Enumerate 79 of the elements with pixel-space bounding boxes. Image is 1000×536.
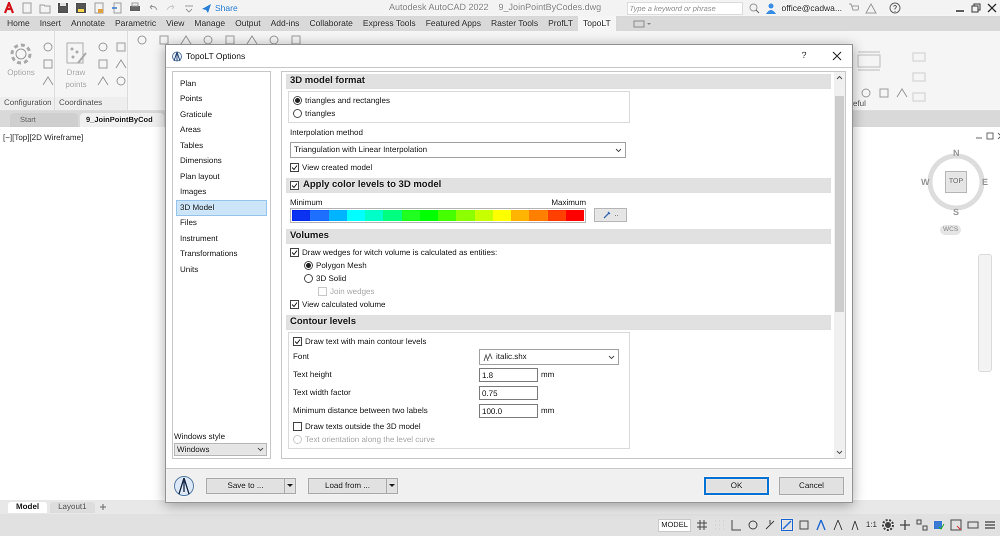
option-label: 3D Solid [316,272,346,284]
category-item[interactable]: Instrument [176,231,267,246]
field-label: Text height [293,369,333,381]
text-field[interactable]: 100.0 [479,404,538,418]
scale-label: Minimum [290,197,322,208]
category-item[interactable]: Units [176,262,267,278]
ribbon-tab[interactable]: Add-ins [266,16,304,31]
dialog-button[interactable]: OK [704,476,769,494]
category-item[interactable]: Points [176,92,267,107]
dialog-title: TopoLT Options [186,50,246,62]
option-label: View created model [302,162,372,174]
option-label: Join wedges [330,286,374,298]
field-label: Windows style [174,431,226,443]
panel-title: eful [853,98,866,110]
panel-title: Coordinates [55,97,127,110]
layout-tab[interactable]: Model [8,502,48,512]
option-label: triangles and rectangles [305,94,390,106]
option-label: View calculated volume [302,298,386,310]
split-button[interactable]: Save to ... [206,478,296,494]
ribbon-tab[interactable]: Express Tools [358,16,421,31]
share-link[interactable]: Share [215,2,238,14]
ribbon-tab[interactable]: ProfLT [543,16,578,31]
app-title: Autodesk AutoCAD 2022 [388,1,489,14]
style-dropdown[interactable]: Windows [174,443,267,456]
dropdown[interactable]: Triangulation with Linear Interpolation [290,142,626,158]
category-item[interactable]: Areas [176,122,267,138]
category-item[interactable]: Images [176,184,267,200]
ribbon-tab[interactable]: Raster Tools [486,16,544,31]
ribbon-tab[interactable]: View [161,16,190,31]
account-name[interactable]: office@cadwa... [782,2,842,14]
annotation-scale[interactable]: 1:1 [866,519,877,531]
field-label: Interpolation method [290,127,363,139]
compass-label: E [982,176,988,189]
section-header: Volumes [290,229,329,244]
option-label: Draw wedges for witch volume is calculated as entities: [302,246,498,258]
panel-title: Configuration [0,97,54,110]
compass-label: W [921,176,930,189]
unit-label: mm [541,369,554,381]
ribbon-tab[interactable]: Collaborate [304,16,358,31]
ribbon-tab[interactable]: Manage [189,16,230,31]
ribbon-tab[interactable]: Featured Apps [420,16,486,31]
category-item[interactable]: Graticule [176,107,267,122]
compass-label: S [953,206,960,219]
section-header: Apply color levels to 3D model [303,178,442,192]
category-item[interactable]: Tables [176,138,267,154]
split-button[interactable]: Load from ... [308,478,398,494]
field-label: Minimum distance between two labels [293,405,429,417]
category-item[interactable]: Transformations [176,246,267,262]
ribbon-tab[interactable]: Insert [34,16,66,31]
layout-tab[interactable]: Layout1 [50,502,95,512]
text-field[interactable]: 1.8 [479,368,538,382]
section-header: Contour levels [290,315,356,330]
field-label: Font [293,351,310,363]
option-label: Draw text with main contour levels [305,336,426,348]
file-name: 9_JoinPointByCodes.dwg [498,1,602,14]
text-field[interactable]: 0.75 [479,386,538,400]
category-item[interactable]: 3D Model [176,200,267,216]
unit-label: mm [541,405,554,417]
dialog-button[interactable]: Cancel [779,476,844,494]
field-label: Text width factor [293,387,352,399]
viewport-label[interactable]: [−][Top][2D Wireframe] [3,132,84,144]
ribbon-tab[interactable]: Annotate [66,16,110,31]
category-item[interactable]: Plan [176,76,267,92]
category-item[interactable]: Dimensions [176,154,267,169]
help-button[interactable]: ? [796,49,812,63]
ribbon-tab[interactable]: TopoLT [578,16,616,31]
scale-label: Maximum [551,197,586,208]
dropdown[interactable]: italic.shx [479,349,619,365]
ribbon-tab[interactable]: Output [230,16,266,31]
ribbon-tab[interactable]: Home [2,16,35,31]
category-item[interactable]: Plan layout [176,169,267,184]
compass-label: N [953,147,960,160]
option-label: Text orientation along the level curve [305,434,435,446]
option-label: triangles [305,108,336,120]
option-label: Polygon Mesh [316,260,367,272]
section-header: 3D model format [290,74,365,88]
option-label: Draw texts outside the 3D model [305,420,421,432]
category-item[interactable]: Files [176,216,267,231]
ribbon-tab[interactable]: Parametric [110,16,162,31]
